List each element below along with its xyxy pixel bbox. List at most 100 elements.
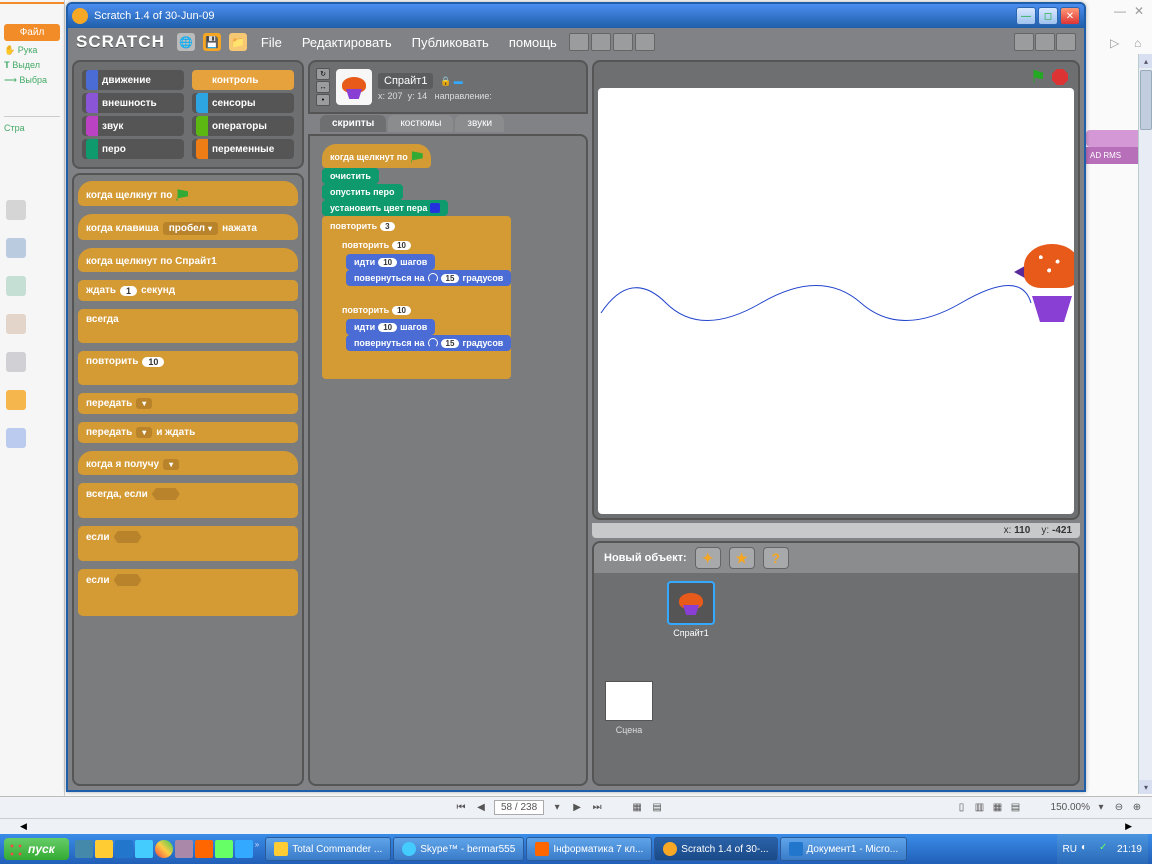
menu-share[interactable]: Публиковать (404, 33, 497, 52)
color-swatch[interactable] (430, 203, 440, 213)
view-tool-2-icon[interactable]: ▤ (650, 801, 664, 815)
close-button[interactable]: ✕ (1060, 7, 1080, 25)
max-button[interactable]: ◻ (1038, 7, 1058, 25)
tab-costumes[interactable]: костюмы (388, 115, 453, 132)
cat-variables[interactable]: переменные (192, 139, 294, 159)
block-when-sprite[interactable]: когда щелкнут по Спрайт1 (78, 248, 298, 272)
rotate-none-icon[interactable]: • (316, 94, 330, 106)
layers-icon[interactable] (6, 276, 26, 296)
block-wait[interactable]: ждать 1 секунд (78, 280, 298, 301)
sprite-on-stage[interactable] (1020, 238, 1074, 308)
block-broadcast[interactable]: передать (78, 393, 298, 414)
attach-icon[interactable] (6, 352, 26, 372)
ql-word-icon[interactable] (115, 840, 133, 858)
block-if[interactable]: если (78, 526, 298, 561)
choose-sprite-button[interactable]: ★ (729, 547, 755, 569)
hscroll-right-icon[interactable]: ▶ (1125, 821, 1132, 832)
lock-icon[interactable] (6, 390, 26, 410)
task-foxit[interactable]: Інформатика 7 кл... (526, 837, 652, 861)
ql-app-icon[interactable] (175, 840, 193, 858)
clock[interactable]: 21:19 (1117, 844, 1142, 855)
block-forever[interactable]: всегда (78, 309, 298, 343)
menu-help[interactable]: помощь (501, 33, 565, 52)
sb-repeat-outer[interactable]: повторить 3 повторить 10 идти 10 шагов п… (322, 216, 511, 379)
tab-sounds[interactable]: звуки (455, 115, 504, 132)
script-area[interactable]: когда щелкнут по очистить опустить перо … (308, 134, 588, 786)
ql-expand-icon[interactable]: » (255, 840, 259, 858)
scroll-up-icon[interactable]: ▴ (1139, 54, 1152, 68)
sprite-name-field[interactable]: Спрайт1 (378, 73, 433, 89)
stage-thumb[interactable]: Сцена (602, 581, 656, 776)
scroll-down-icon[interactable]: ▾ (1139, 780, 1152, 794)
layout-3-icon[interactable]: ▦ (991, 801, 1005, 815)
outer-scrollbar[interactable]: ▴ ▾ (1138, 54, 1152, 794)
sb-turn-cw[interactable]: повернуться на 15 градусов (346, 335, 511, 351)
ql-tc-icon[interactable] (95, 840, 113, 858)
layout-1-icon[interactable]: ▯ (955, 801, 969, 815)
file-tab[interactable]: Файл (4, 24, 60, 41)
tab-scripts[interactable]: скрипты (320, 115, 386, 132)
script-stack[interactable]: когда щелкнут по очистить опустить перо … (322, 144, 578, 379)
cat-sound[interactable]: звук (82, 116, 184, 136)
ql-skype-icon[interactable] (135, 840, 153, 858)
view-present-icon[interactable] (1056, 33, 1076, 51)
ql-foxit-icon[interactable] (195, 840, 213, 858)
green-flag-button[interactable]: ⚑ (1030, 67, 1046, 88)
cat-control[interactable]: контроль (192, 70, 294, 90)
stage-canvas[interactable] (598, 88, 1074, 514)
task-scratch[interactable]: Scratch 1.4 of 30-... (654, 837, 777, 861)
last-page-icon[interactable]: ⏭ (590, 801, 604, 815)
tool-stamp-icon[interactable] (569, 33, 589, 51)
sb-hat[interactable]: когда щелкнут по (322, 144, 431, 168)
cat-sensing[interactable]: сенсоры (192, 93, 294, 113)
block-palette[interactable]: когда щелкнут по когда клавиша пробел на… (72, 173, 304, 786)
open-icon[interactable]: 📁 (229, 33, 247, 51)
zoom-in-icon[interactable]: ⊕ (1130, 801, 1144, 815)
sign-icon[interactable] (6, 314, 26, 334)
paint-sprite-button[interactable]: ✦ (695, 547, 721, 569)
cat-operators[interactable]: операторы (192, 116, 294, 136)
block-broadcast-wait[interactable]: передать и ждать (78, 422, 298, 443)
drag-handle-icon[interactable]: ▬ (454, 76, 463, 86)
prev-page-icon[interactable]: ◀ (474, 801, 488, 815)
task-word[interactable]: Документ1 - Micro... (780, 837, 908, 861)
block-when-receive[interactable]: когда я получу (78, 451, 298, 475)
tool-shrink-icon[interactable] (635, 33, 655, 51)
task-totalcmd[interactable]: Total Commander ... (265, 837, 391, 861)
save-icon[interactable]: 💾 (203, 33, 221, 51)
ql-chrome-icon[interactable] (155, 840, 173, 858)
block-if-else[interactable]: если (78, 569, 298, 616)
zoom-out-icon[interactable]: ⊖ (1112, 801, 1126, 815)
stop-button[interactable] (1052, 69, 1068, 85)
view-normal-icon[interactable] (1035, 33, 1055, 51)
ql-ie-icon[interactable] (235, 840, 253, 858)
nav-icon[interactable]: ⌂ (1134, 36, 1148, 50)
sb-pendown[interactable]: опустить перо (322, 184, 403, 200)
sprite-item[interactable]: Спрайт1 (664, 581, 718, 776)
tool-select[interactable]: 𝐓 Выдел (0, 58, 64, 73)
sb-setcolor[interactable]: установить цвет пера (322, 200, 448, 216)
sb-move-2[interactable]: идти 10 шагов (346, 319, 435, 335)
titlebar[interactable]: Scratch 1.4 of 30-Jun-09 ― ◻ ✕ (68, 4, 1084, 28)
minimize-icon[interactable]: ― (1114, 4, 1128, 18)
tray-icon-2[interactable]: ✓ (1099, 842, 1113, 856)
menu-edit[interactable]: Редактировать (294, 33, 400, 52)
min-button[interactable]: ― (1016, 7, 1036, 25)
tool-choose[interactable]: ⟶ Выбра (0, 73, 64, 88)
play-icon[interactable]: ▷ (1110, 36, 1124, 50)
close-icon[interactable]: ✕ (1134, 4, 1148, 18)
block-when-flag[interactable]: когда щелкнут по (78, 181, 298, 206)
ql-av-icon[interactable] (215, 840, 233, 858)
stamp-icon[interactable] (6, 428, 26, 448)
first-page-icon[interactable]: ⏮ (454, 801, 468, 815)
tool-cut-icon[interactable] (591, 33, 611, 51)
menu-file[interactable]: File (253, 33, 290, 52)
block-when-key[interactable]: когда клавиша пробел нажата (78, 214, 298, 240)
layout-4-icon[interactable]: ▤ (1009, 801, 1023, 815)
sb-repeat-inner1[interactable]: повторить 10 идти 10 шагов повернуться н… (334, 235, 511, 300)
ql-desktop-icon[interactable] (75, 840, 93, 858)
sb-turn-ccw[interactable]: повернуться на 15 градусов (346, 270, 511, 286)
lang-indicator[interactable]: RU (1063, 844, 1077, 855)
page-indicator[interactable]: 58 / 238 (494, 800, 544, 815)
cat-pen[interactable]: перо (82, 139, 184, 159)
